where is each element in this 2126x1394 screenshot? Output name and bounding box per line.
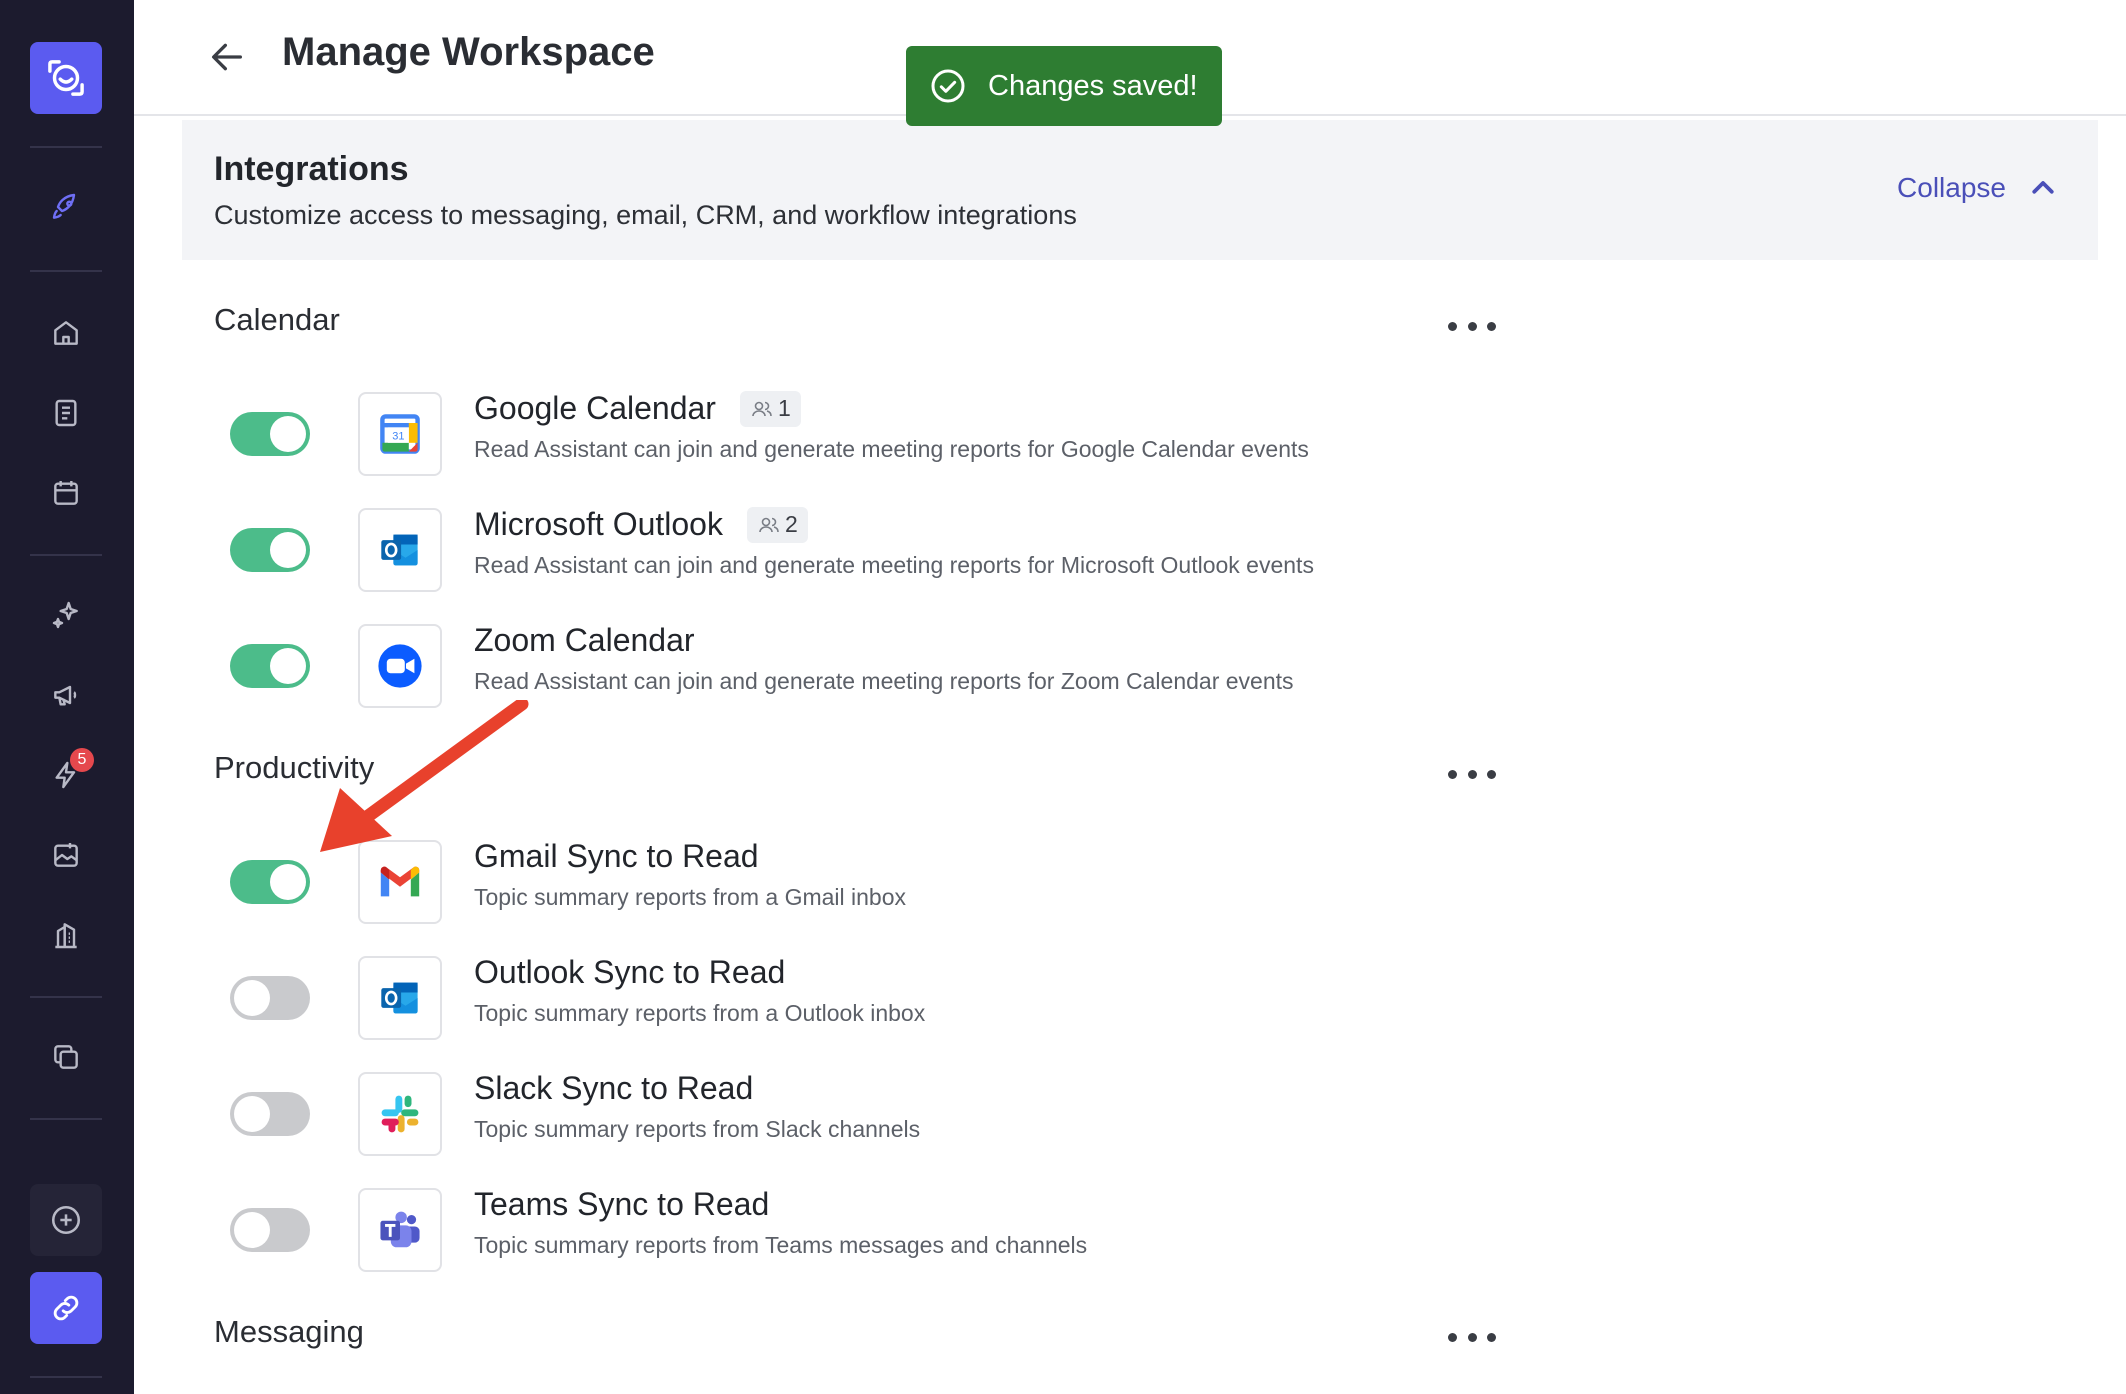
users-icon [759, 517, 779, 532]
zoom-icon [358, 624, 442, 708]
integration-toggle[interactable] [230, 528, 310, 572]
copy-icon[interactable] [41, 1032, 91, 1082]
messaging-more-button[interactable] [1448, 1322, 1496, 1352]
integration-row: Microsoft Outlook 2 Read Assistant can j… [214, 502, 1514, 592]
integrations-link-button[interactable] [30, 1272, 102, 1344]
section-title-messaging: Messaging [214, 1314, 364, 1349]
calendar-icon[interactable] [41, 468, 91, 518]
image-analytics-icon[interactable] [41, 830, 91, 880]
svg-text:31: 31 [392, 431, 404, 443]
integration-description: Read Assistant can join and generate mee… [474, 552, 1314, 578]
chevron-up-icon [2032, 181, 2054, 194]
integration-description: Read Assistant can join and generate mee… [474, 668, 1294, 694]
toast-message: Changes saved! [988, 69, 1198, 102]
integration-name: Slack Sync to Read [474, 1070, 754, 1106]
building-icon[interactable] [41, 910, 91, 960]
google-calendar-icon: 31 [358, 392, 442, 476]
slack-icon [358, 1072, 442, 1156]
integrations-header: Integrations Customize access to messagi… [182, 120, 2098, 260]
integration-row: Outlook Sync to Read Topic summary repor… [214, 950, 1514, 1040]
integration-toggle[interactable] [230, 1092, 310, 1136]
integration-description: Topic summary reports from a Outlook inb… [474, 1000, 926, 1026]
integration-toggle[interactable] [230, 644, 310, 688]
integration-description: Read Assistant can join and generate mee… [474, 436, 1309, 462]
arrow-left-icon [212, 43, 242, 71]
notification-badge: 5 [70, 748, 94, 772]
teams-icon [358, 1188, 442, 1272]
section-title-calendar: Calendar [214, 302, 340, 337]
integration-row: 31 Google Calendar 1 Read Assistant can … [214, 386, 1514, 476]
logo-icon [48, 60, 84, 96]
integration-description: Topic summary reports from Teams message… [474, 1232, 1088, 1258]
productivity-more-button[interactable] [1448, 759, 1496, 789]
page-title: Manage Workspace [282, 30, 655, 74]
calendar-more-button[interactable] [1448, 311, 1496, 341]
plus-circle-icon [51, 1205, 81, 1235]
integration-description: Topic summary reports from a Gmail inbox [474, 884, 907, 910]
collapse-label: Collapse [1897, 172, 2006, 203]
integration-row: Slack Sync to Read Topic summary reports… [214, 1066, 1514, 1156]
section-description: Customize access to messaging, email, CR… [214, 200, 1077, 230]
integration-row: Zoom Calendar Read Assistant can join an… [214, 618, 1514, 708]
integration-toggle[interactable] [230, 976, 310, 1020]
users-count-badge: 1 [739, 390, 801, 427]
section-heading: Integrations [214, 150, 409, 188]
integration-name: Teams Sync to Read [474, 1186, 770, 1222]
integration-name: Zoom Calendar [474, 622, 695, 658]
integration-name: Microsoft Outlook [474, 506, 723, 542]
collapse-button[interactable]: Collapse [1897, 172, 2058, 204]
reports-icon[interactable] [41, 388, 91, 438]
back-button[interactable] [202, 32, 252, 82]
rocket-icon[interactable] [41, 182, 91, 232]
outlook-icon [358, 956, 442, 1040]
integration-name: Google Calendar [474, 390, 716, 426]
toast-notification: Changes saved! [906, 46, 1222, 126]
annotation-arrow-icon [320, 700, 529, 852]
outlook-icon [358, 508, 442, 592]
megaphone-icon[interactable] [41, 670, 91, 720]
integration-row: Teams Sync to Read Topic summary reports… [214, 1182, 1514, 1272]
sparkle-icon[interactable] [41, 590, 91, 640]
check-circle-icon [931, 69, 965, 103]
integration-toggle[interactable] [230, 860, 310, 904]
sidebar: 5 [0, 0, 134, 1394]
integration-name: Outlook Sync to Read [474, 954, 786, 990]
app-logo[interactable] [30, 42, 102, 114]
users-count-badge: 2 [746, 506, 808, 543]
integration-description: Topic summary reports from Slack channel… [474, 1116, 921, 1142]
link-icon [53, 1295, 79, 1321]
integration-toggle[interactable] [230, 412, 310, 456]
add-workspace-button[interactable] [30, 1184, 102, 1256]
users-icon [752, 401, 772, 416]
home-icon[interactable] [41, 308, 91, 358]
integration-toggle[interactable] [230, 1208, 310, 1252]
